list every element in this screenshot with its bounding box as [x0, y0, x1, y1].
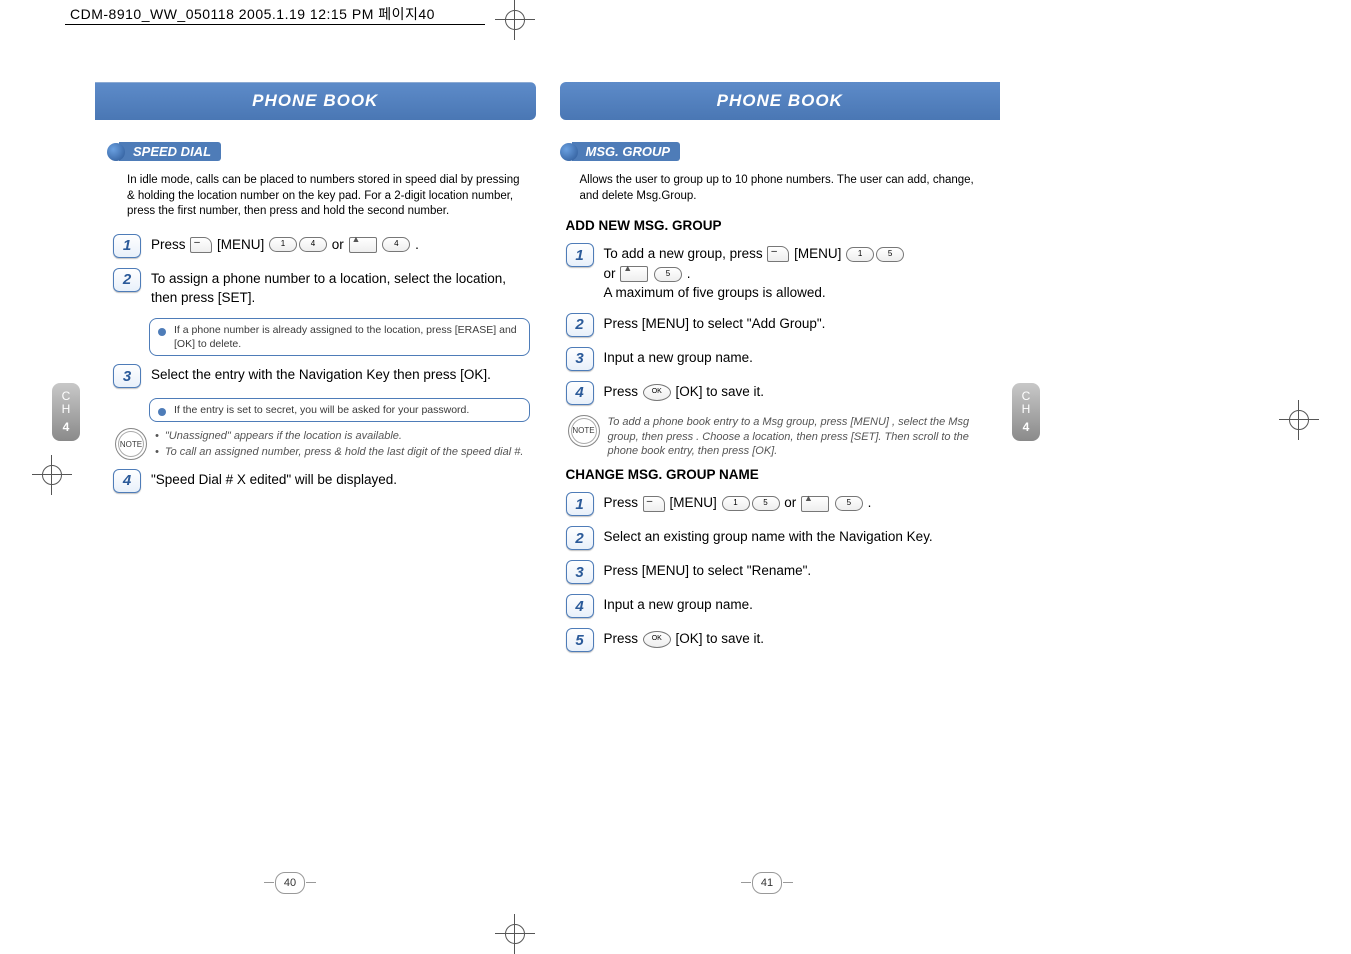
intro-text: In idle mode, calls can be placed to num… [127, 173, 530, 220]
key-5-icon: 5 [654, 267, 682, 282]
key-4-icon: 4 [382, 237, 410, 252]
step-2: 2 To assign a phone number to a location… [113, 268, 530, 308]
intro-text: Allows the user to group up to 10 phone … [580, 173, 983, 204]
add-step-1: 1 To add a new group, press [MENU] 15 or… [566, 243, 983, 303]
page-40: PHONE BOOK SPEED DIAL In idle mode, call… [95, 42, 548, 852]
step-4: 4 "Speed Dial # X edited" will be displa… [113, 469, 530, 493]
nav-key-icon [349, 237, 377, 253]
page-title: PHONE BOOK [560, 82, 1001, 120]
key-4-icon: 4 [299, 237, 327, 252]
softkey-icon [643, 496, 665, 512]
key-5-icon: 5 [835, 496, 863, 511]
step-1: 1 Press [MENU] 14 or 4 . [113, 234, 530, 258]
chapter-tab-left: CH4 [52, 383, 80, 441]
section-speed-dial: SPEED DIAL [107, 142, 221, 161]
tip-box: If the entry is set to secret, you will … [149, 398, 530, 422]
nav-key-icon [801, 496, 829, 512]
subheading-change-group: CHANGE MSG. GROUP NAME [566, 467, 983, 482]
bullet-icon [560, 143, 578, 161]
registration-mark-bottom [495, 914, 535, 954]
ok-key-icon: OK [643, 631, 671, 648]
section-msg-group: MSG. GROUP [560, 142, 681, 161]
step-3: 3 Select the entry with the Navigation K… [113, 364, 530, 388]
tip-box: If a phone number is already assigned to… [149, 318, 530, 356]
chg-step-4: 4Input a new group name. [566, 594, 983, 618]
note-block: NOTE To add a phone book entry to a Msg … [568, 415, 983, 460]
key-5-icon: 5 [752, 496, 780, 511]
key-1-icon: 1 [846, 247, 874, 262]
chapter-tab-right: CH4 [1012, 383, 1040, 441]
key-1-icon: 1 [722, 496, 750, 511]
chg-step-1: 1 Press [MENU] 15 or 5 . [566, 492, 983, 516]
registration-mark-top [495, 0, 535, 40]
softkey-icon [767, 246, 789, 262]
ok-key-icon: OK [643, 384, 671, 401]
subheading-add-group: ADD NEW MSG. GROUP [566, 218, 983, 233]
chg-step-3: 3Press [MENU] to select "Rename". [566, 560, 983, 584]
page-41: PHONE BOOK MSG. GROUP Allows the user to… [548, 42, 1001, 852]
note-block: NOTE "Unassigned" appears if the locatio… [115, 428, 530, 461]
source-filename: CDM-8910_WW_050118 2005.1.19 12:15 PM 페이… [70, 4, 435, 24]
manual-spread: PHONE BOOK SPEED DIAL In idle mode, call… [95, 42, 1000, 852]
key-5-icon: 5 [876, 247, 904, 262]
registration-mark-right [1279, 400, 1319, 440]
key-1-icon: 1 [269, 237, 297, 252]
add-step-2: 2Press [MENU] to select "Add Group". [566, 313, 983, 337]
chg-step-5: 5Press OK [OK] to save it. [566, 628, 983, 652]
bullet-icon [158, 328, 166, 336]
registration-mark-left [32, 455, 72, 495]
softkey-icon [190, 237, 212, 253]
bullet-icon [107, 143, 125, 161]
bullet-icon [158, 408, 166, 416]
page-number-left: 40 [275, 872, 305, 894]
note-icon: NOTE [568, 415, 600, 447]
chg-step-2: 2Select an existing group name with the … [566, 526, 983, 550]
add-step-4: 4Press OK [OK] to save it. [566, 381, 983, 405]
page-title: PHONE BOOK [95, 82, 536, 120]
note-icon: NOTE [115, 428, 147, 460]
page-number-right: 41 [752, 872, 782, 894]
nav-key-icon [620, 266, 648, 282]
add-step-3: 3Input a new group name. [566, 347, 983, 371]
